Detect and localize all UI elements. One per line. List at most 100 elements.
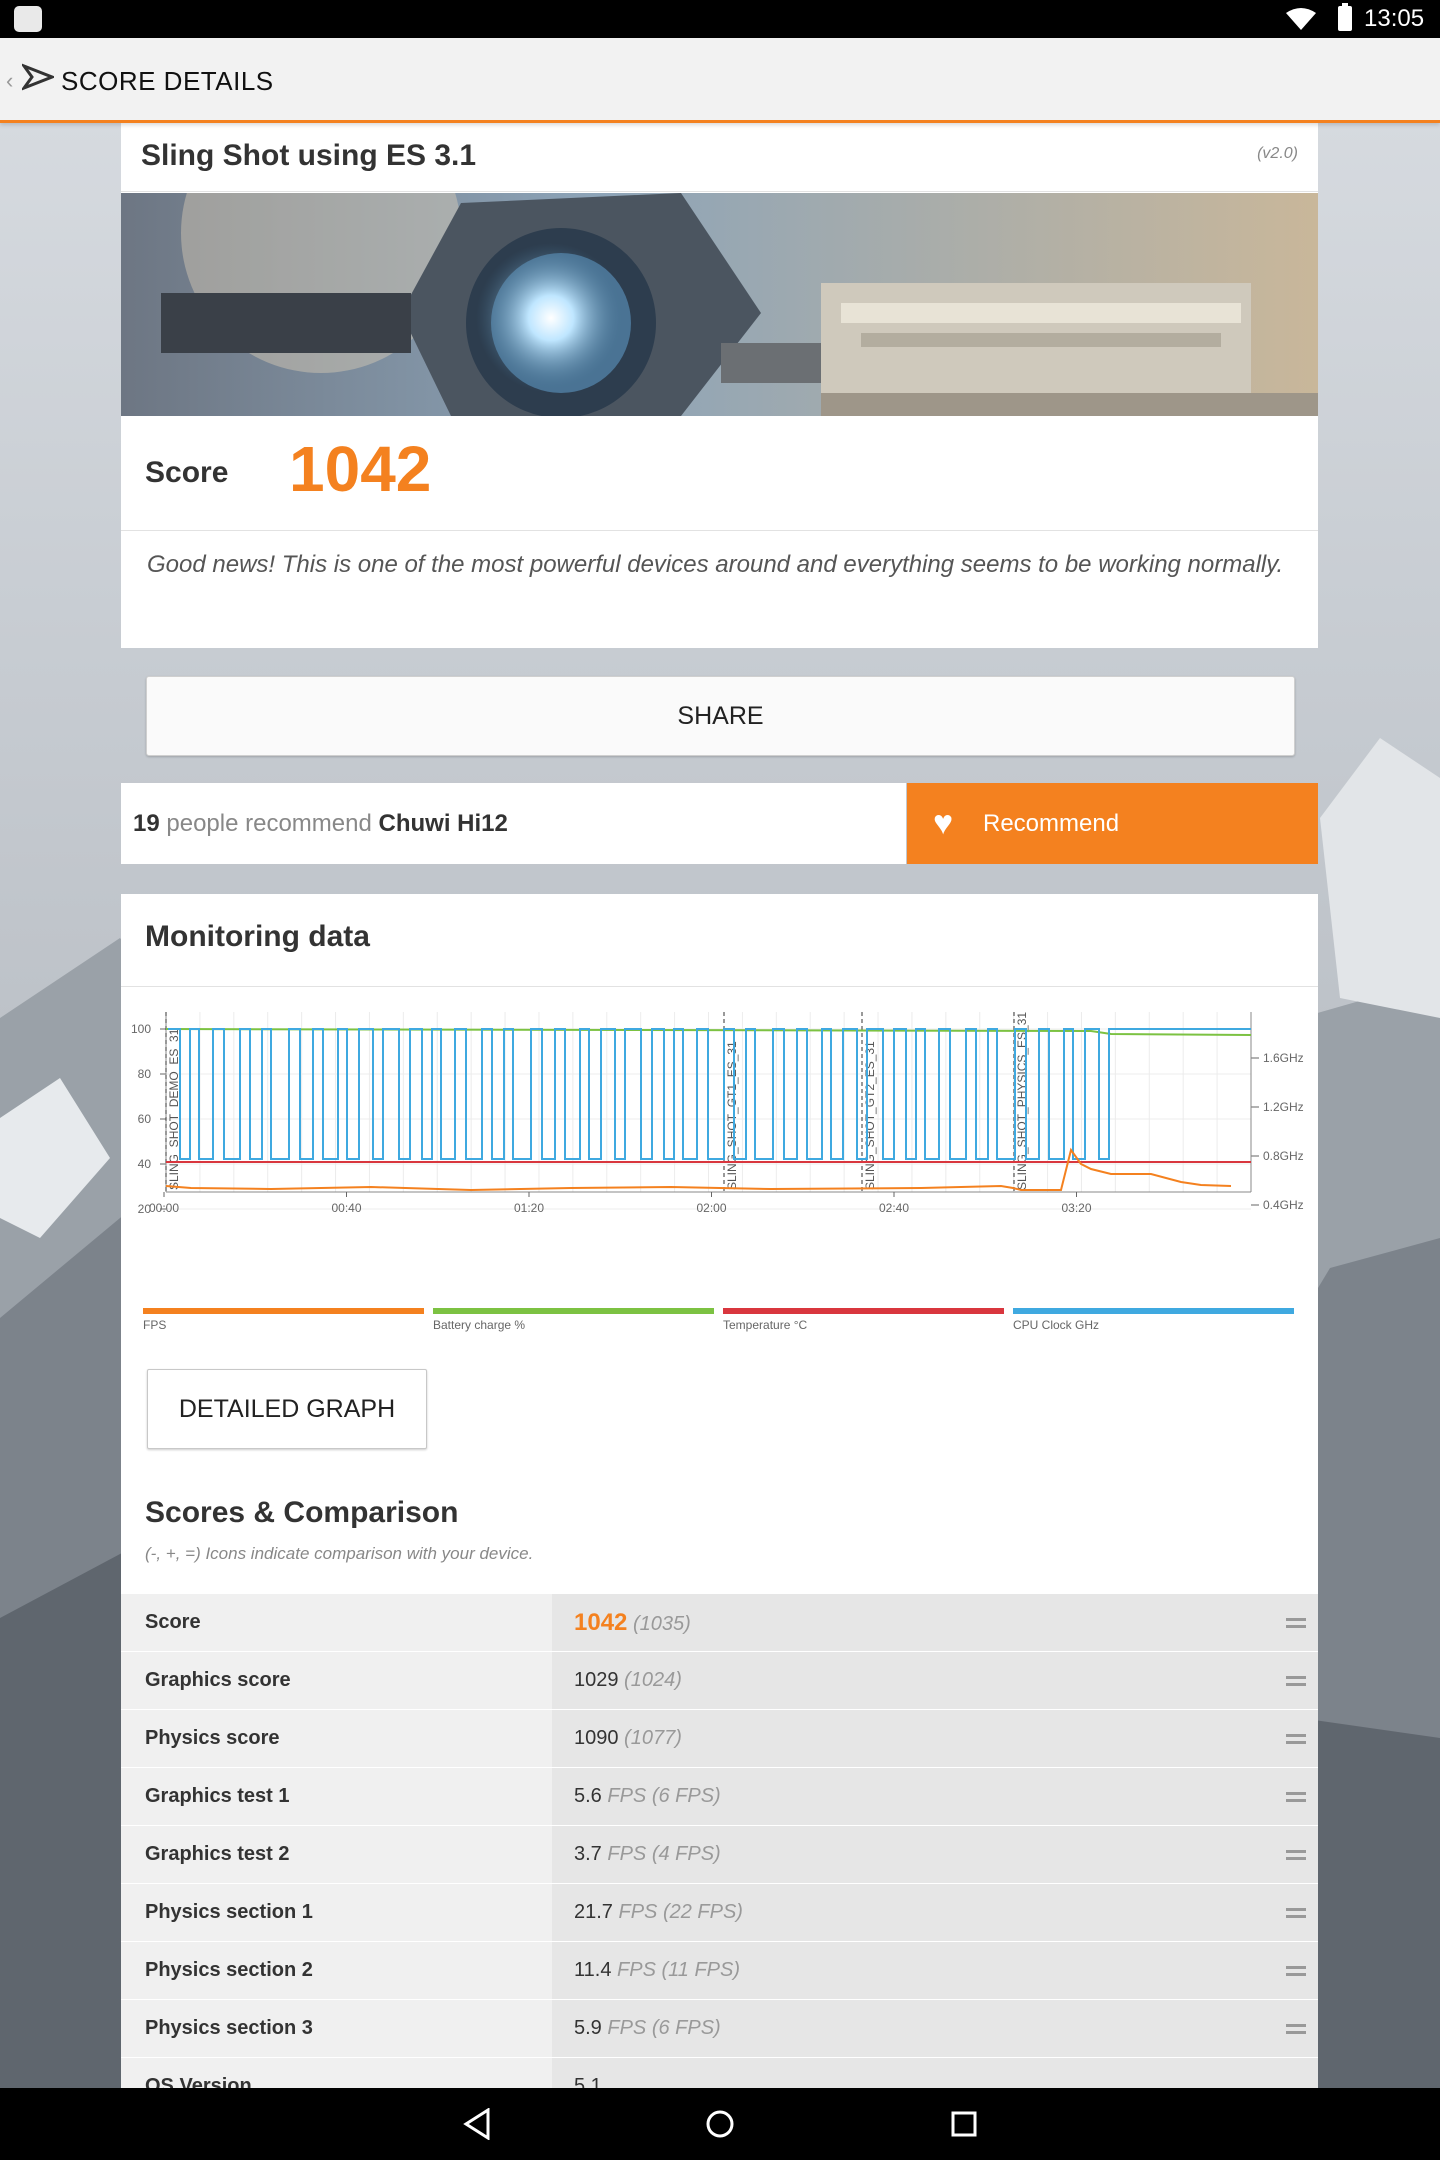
- legend-item: Temperature °C: [723, 1308, 1004, 1332]
- recommend-bar: 19 people recommend Chuwi Hi12 ♥ Recomme…: [121, 783, 1318, 864]
- legend-item: CPU Clock GHz: [1013, 1308, 1294, 1332]
- equal-comparison-icon: [1286, 2024, 1306, 2038]
- score-compare: (1077): [618, 1727, 682, 1749]
- monitoring-card: Monitoring data 100 80 60 40 20 1.6GHz 1.2GHz 0…: [121, 894, 1318, 2116]
- recents-nav-icon[interactable]: [950, 2110, 978, 2138]
- legend-swatch: [433, 1308, 714, 1314]
- score-row-value: 21.7 FPS (22 FPS): [552, 1884, 1318, 1941]
- score-value-main: 5.9: [574, 2017, 602, 2039]
- y2-axis-tick-label: 1.6GHz: [1263, 1051, 1304, 1065]
- scores-title: Scores & Comparison: [145, 1496, 459, 1529]
- clock: 13:05: [1364, 5, 1425, 32]
- test-version: (v2.0): [1257, 145, 1298, 162]
- y2-axis-tick-label: 1.2GHz: [1263, 1100, 1304, 1114]
- score-table-row[interactable]: Graphics score 1029 (1024): [121, 1652, 1318, 1710]
- section-marker-label: SLING_SHOT_GT2_ES_31: [863, 1041, 877, 1190]
- equal-comparison-icon: [1286, 1850, 1306, 1864]
- share-button[interactable]: SHARE: [146, 676, 1295, 756]
- score-row-name: Physics section 2: [121, 1942, 552, 1999]
- score-unit: FPS: [601, 1843, 647, 1865]
- back-chevron-icon[interactable]: ‹: [6, 68, 13, 94]
- score-unit: FPS: [611, 1959, 656, 1981]
- score-value-main: 21.7: [574, 1901, 613, 1923]
- score-row-value: 5.9 FPS (6 FPS): [552, 2000, 1318, 2057]
- legend-item: Battery charge %: [433, 1308, 714, 1332]
- score-table-row[interactable]: Physics score 1090 (1077): [121, 1710, 1318, 1768]
- test-title: Sling Shot using ES 3.1: [141, 139, 477, 172]
- score-row-value: 11.4 FPS (11 FPS): [552, 1942, 1318, 1999]
- score-compare: (6 FPS): [646, 2017, 721, 2039]
- 3dmark-logo-icon[interactable]: [22, 62, 54, 92]
- score-row-name: Score: [121, 1594, 552, 1651]
- y-axis-tick-label: 100: [131, 1022, 151, 1036]
- score-row-name: Physics section 1: [121, 1884, 552, 1941]
- detailed-graph-button[interactable]: DETAILED GRAPH: [147, 1369, 427, 1449]
- score-table-row[interactable]: Graphics test 1 5.6 FPS (6 FPS): [121, 1768, 1318, 1826]
- y2-axis-tick-label: 0.4GHz: [1263, 1198, 1304, 1212]
- legend-swatch: [1013, 1308, 1294, 1314]
- y-axis-tick-label: 80: [138, 1067, 152, 1081]
- score-row: Score 1042: [121, 416, 1318, 531]
- score-row-value: 1090 (1077): [552, 1710, 1318, 1767]
- x-axis-tick-label: 01:20: [514, 1201, 544, 1215]
- score-table-row[interactable]: Physics section 2 11.4 FPS (11 FPS): [121, 1942, 1318, 2000]
- recommend-count: 19: [133, 810, 160, 837]
- score-row-name: Graphics test 2: [121, 1826, 552, 1883]
- x-axis-tick-label: 03:20: [1061, 1201, 1091, 1215]
- score-value-main: 1029: [574, 1669, 619, 1691]
- score-table-row[interactable]: Graphics test 2 3.7 FPS (4 FPS): [121, 1826, 1318, 1884]
- graph-legend: FPS Battery charge % Temperature °C CPU Clo…: [143, 1308, 1303, 1338]
- score-row-name: Physics section 3: [121, 2000, 552, 2057]
- score-row-name: Physics score: [121, 1710, 552, 1767]
- score-table-row[interactable]: Physics section 1 21.7 FPS (22 FPS): [121, 1884, 1318, 1942]
- score-value-main: 3.7: [574, 1843, 602, 1865]
- back-nav-icon[interactable]: [462, 2108, 492, 2140]
- y-axis-tick-label: 60: [138, 1112, 152, 1126]
- wifi-icon: [1286, 8, 1316, 30]
- equal-comparison-icon: [1286, 1792, 1306, 1806]
- score-unit: FPS: [601, 2017, 647, 2039]
- score-compare: (4 FPS): [646, 1843, 721, 1865]
- notification-icon: [14, 6, 42, 32]
- fps-series-line: [165, 1147, 1232, 1192]
- home-nav-icon[interactable]: [704, 2108, 736, 2140]
- score-compare: (11 FPS): [655, 1959, 740, 1981]
- legend-label: CPU Clock GHz: [1013, 1318, 1100, 1332]
- result-card: Sling Shot using ES 3.1 (v2.0) Score 104…: [121, 123, 1318, 648]
- result-card-header: Sling Shot using ES 3.1 (v2.0): [121, 123, 1318, 192]
- score-value-main: 1042: [574, 1609, 628, 1636]
- recommend-button[interactable]: ♥ Recommend: [907, 783, 1318, 864]
- score-value-main: 1090: [574, 1727, 619, 1749]
- y-axis-tick-label: 40: [138, 1157, 152, 1171]
- section-marker-label: SLING_SHOT_GT1_ES_31: [725, 1041, 739, 1190]
- y2-axis-tick-label: 0.8GHz: [1263, 1149, 1304, 1163]
- equal-comparison-icon: [1286, 1734, 1306, 1748]
- score-row-name: Graphics score: [121, 1652, 552, 1709]
- legend-label: Temperature °C: [723, 1318, 808, 1332]
- score-label: Score: [145, 456, 229, 489]
- scores-subtitle: (-, +, =) Icons indicate comparison with…: [145, 1544, 534, 1563]
- cpu-clock-series-line: [168, 1028, 1251, 1160]
- x-axis-tick-label: 02:40: [879, 1201, 909, 1215]
- scores-table: Score 1042 (1035) Graphics score 1029 (1024…: [121, 1594, 1318, 2116]
- equal-comparison-icon: [1286, 1966, 1306, 1980]
- page-title: SCORE DETAILS: [61, 66, 274, 96]
- score-compare: (1035): [627, 1613, 691, 1635]
- monitoring-graph[interactable]: 100806040201.6GHz1.2GHz0.8GHz0.4GHz00:00…: [121, 1004, 1318, 1254]
- legend-swatch: [723, 1308, 1004, 1314]
- recommend-text: people recommend: [166, 810, 372, 837]
- score-row-value: 1042 (1035): [552, 1594, 1318, 1651]
- score-row-value: 5.6 FPS (6 FPS): [552, 1768, 1318, 1825]
- monitoring-header: Monitoring data: [121, 894, 1318, 987]
- score-value-main: 5.6: [574, 1785, 602, 1807]
- recommend-count-text: 19 people recommend Chuwi Hi12: [121, 783, 906, 864]
- score-row-value: 3.7 FPS (4 FPS): [552, 1826, 1318, 1883]
- score-row-value: 1029 (1024): [552, 1652, 1318, 1709]
- heart-icon: ♥: [933, 804, 954, 842]
- score-value-main: 11.4: [574, 1959, 612, 1981]
- score-table-row[interactable]: Physics section 3 5.9 FPS (6 FPS): [121, 2000, 1318, 2058]
- score-table-row[interactable]: Score 1042 (1035): [121, 1594, 1318, 1652]
- score-compare: (6 FPS): [646, 1785, 721, 1807]
- battery-icon: [1338, 3, 1352, 31]
- status-bar: 13:05: [0, 0, 1440, 38]
